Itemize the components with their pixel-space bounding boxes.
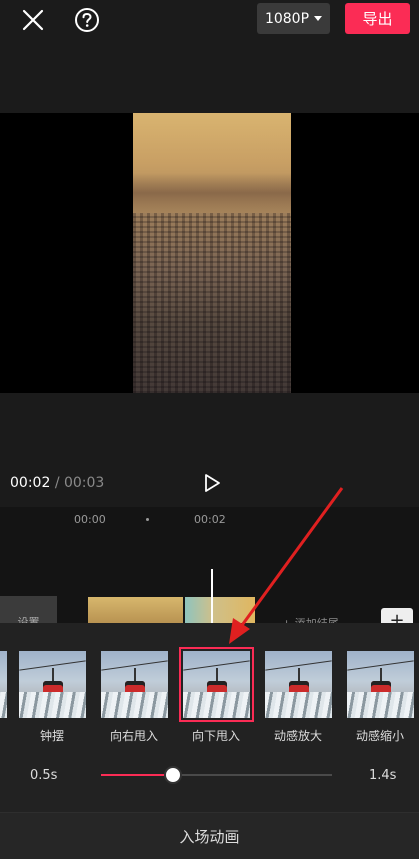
duration-min-label: 0.5s: [30, 768, 58, 783]
animation-thumbnail[interactable]: [179, 647, 254, 722]
caret-down-icon: [314, 16, 323, 21]
timeline[interactable]: 00:00 00:02 设置 + 添加结尾 +: [0, 507, 419, 630]
play-icon[interactable]: [198, 469, 226, 497]
top-bar: 1080P 导出: [0, 0, 419, 40]
animation-label: 钟摆: [39, 729, 64, 743]
animation-label: 向下甩入: [191, 729, 240, 743]
export-button[interactable]: 导出: [345, 3, 410, 34]
duration-max-label: 1.4s: [369, 768, 397, 783]
video-frame: [133, 113, 291, 393]
animation-label: 动感放大: [273, 729, 322, 743]
animation-thumbnail[interactable]: [347, 651, 414, 718]
animation-thumbnail[interactable]: [101, 651, 168, 718]
resolution-value: 1080P: [264, 10, 310, 27]
time-display: 00:02 / 00:03: [10, 475, 104, 491]
video-preview: [0, 113, 419, 393]
animation-thumbnail[interactable]: [265, 651, 332, 718]
time-separator: /: [54, 475, 60, 491]
current-time: 00:02: [10, 475, 51, 491]
animation-thumbnail[interactable]: [19, 651, 86, 718]
total-time: 00:03: [63, 475, 105, 491]
animation-thumbnail[interactable]: [0, 651, 7, 718]
animation-label: 向右甩入: [109, 729, 158, 743]
animation-panel: 钟摆 向右甩入 向下甩入 动感放大 动感缩小 0.5s 1.4s 入场动画: [0, 623, 419, 859]
playhead[interactable]: [211, 569, 213, 630]
resolution-dropdown[interactable]: 1080P: [257, 3, 330, 34]
timeline-tick: 00:00: [74, 513, 106, 526]
close-icon[interactable]: [18, 6, 48, 34]
help-icon[interactable]: [72, 5, 102, 35]
timeline-tick: 00:02: [194, 513, 226, 526]
slider-knob[interactable]: [163, 766, 182, 784]
panel-title: 入场动画: [0, 812, 419, 859]
animation-label: 动感缩小: [355, 729, 404, 743]
slider-fill: [101, 774, 173, 776]
duration-slider[interactable]: [101, 766, 332, 784]
